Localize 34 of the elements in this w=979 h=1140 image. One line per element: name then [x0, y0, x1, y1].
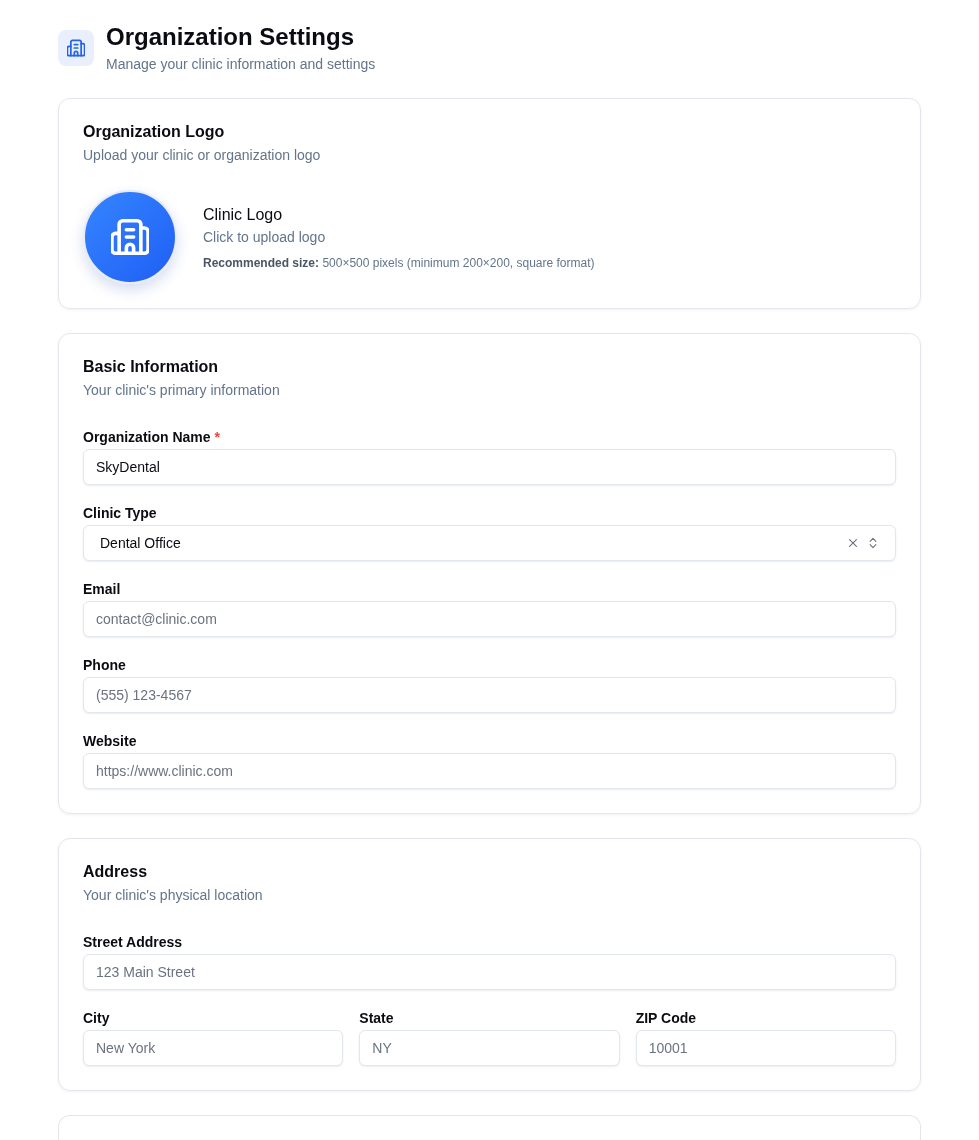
section-description: Your clinic's physical location: [83, 886, 264, 905]
field-label: Clinic Type: [83, 504, 158, 523]
chevron-up-down-icon: [867, 537, 879, 549]
input-field[interactable]: 10001: [635, 1030, 896, 1066]
input-field[interactable]: contact@clinic.com: [83, 601, 896, 637]
select-field[interactable]: Dental Office: [83, 525, 896, 561]
page-title: Organization Settings: [106, 22, 355, 52]
building-icon: [58, 30, 94, 66]
field-label: Email: [83, 580, 122, 599]
section-title: Basic Information: [83, 358, 220, 376]
input-field[interactable]: SkyDental: [83, 449, 896, 485]
input-field[interactable]: (555) 123-4567: [83, 677, 896, 713]
building-icon: [111, 218, 149, 256]
section-description: Your clinic's primary information: [83, 381, 281, 400]
field-label: Street Address: [83, 933, 184, 952]
field-label: ZIP Code: [635, 1009, 698, 1028]
section-title: Organization Logo: [83, 123, 226, 141]
close-icon[interactable]: [847, 537, 859, 549]
field-label: Website: [83, 732, 138, 751]
section-title: Address: [83, 863, 149, 881]
section-description: Upload your clinic or organization logo: [83, 146, 322, 165]
input-field[interactable]: https://www.clinic.com: [83, 753, 896, 789]
input-field[interactable]: New York: [83, 1030, 344, 1066]
logo-upload-button[interactable]: [83, 190, 177, 284]
size-recommendation: Recommended size: 500×500 pixels (minimum 200×200, square format): [203, 254, 595, 271]
input-field[interactable]: 123 Main Street: [83, 954, 896, 990]
field-label: State: [359, 1009, 395, 1028]
upload-hint: Click to upload logo: [203, 227, 327, 247]
page-subtitle: Manage your clinic information and settings: [106, 55, 376, 74]
logo-label: Clinic Logo: [203, 204, 284, 225]
field-label: Phone: [83, 656, 127, 675]
field-label: Organization Name *: [83, 428, 221, 447]
field-label: City: [83, 1009, 111, 1028]
input-field[interactable]: NY: [359, 1030, 620, 1066]
